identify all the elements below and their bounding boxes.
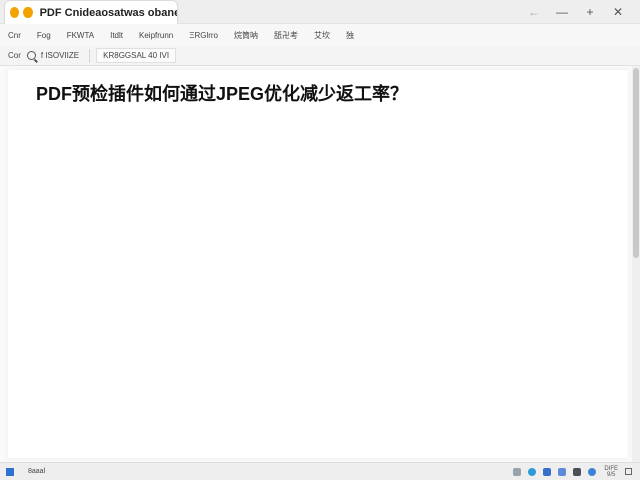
close-button[interactable]: ✕ [604, 5, 632, 19]
scrollbar-thumb[interactable] [633, 68, 639, 258]
toolbar: Cor f ISOVIIZE KR8GGSAL 40 IVI [0, 46, 640, 66]
pen-icon[interactable] [513, 467, 522, 476]
menu-item[interactable]: ΞRGlrro [189, 31, 218, 40]
info-icon[interactable] [588, 467, 597, 476]
menu-item[interactable]: 艾坎 [314, 30, 330, 41]
menu-item[interactable]: Fog [37, 31, 51, 40]
tab-title: PDF Cnideaosatwas obanecem [39, 6, 177, 19]
clock-line-2: 9/5 [606, 471, 616, 478]
toolbar-field[interactable]: KR8GGSAL 40 IVI [96, 48, 177, 63]
menu-item[interactable]: 舐卍考 [274, 30, 298, 41]
title-bar: PDF Cnideaosatwas obanecem ← — + ✕ [0, 0, 640, 24]
start-icon[interactable] [6, 467, 14, 476]
notification-icon[interactable] [625, 468, 632, 475]
minimize-button[interactable]: — [548, 5, 576, 19]
menu-item[interactable]: Keipfrunn [139, 31, 173, 40]
clock[interactable]: DIFE 9/5 [604, 466, 618, 478]
document-title: PDF预检插件如何通过JPEG优化减少返工率？ [36, 84, 409, 104]
document-area: PDF预检插件如何通过JPEG优化减少返工率？ [0, 66, 632, 462]
app-icon-dot [23, 7, 33, 18]
menu-item[interactable]: 独 [346, 30, 354, 41]
search-label[interactable]: f ISOVIIZE [41, 51, 79, 60]
shield-icon[interactable] [573, 467, 582, 476]
status-text: 8aaal [28, 468, 46, 475]
cloud-icon[interactable] [528, 467, 537, 476]
grid-icon[interactable] [558, 467, 567, 476]
search-icon[interactable] [26, 51, 36, 60]
new-tab-button[interactable]: + [576, 5, 604, 19]
menu-item[interactable]: Cnr [8, 31, 21, 40]
back-arrow-icon[interactable]: ← [520, 5, 548, 19]
document-page[interactable]: PDF预检插件如何通过JPEG优化减少返工率？ [8, 70, 628, 458]
menu-bar: Cnr Fog FKWTA Itdlt Keipfrunn ΞRGlrro 烷筒… [0, 24, 640, 46]
system-tray: DIFE 9/5 [506, 466, 632, 478]
vertical-scrollbar[interactable] [632, 66, 640, 462]
status-bar: 8aaal DIFE 9/5 [0, 462, 640, 480]
document-tab[interactable]: PDF Cnideaosatwas obanecem [4, 0, 178, 24]
mail-icon[interactable] [543, 467, 552, 476]
window-controls: ← — + ✕ [520, 0, 632, 24]
toolbar-label[interactable]: Cor [8, 51, 21, 60]
app-icon-dot [10, 7, 20, 18]
menu-item[interactable]: 烷筒呐 [234, 30, 258, 41]
menu-item[interactable]: Itdlt [110, 31, 123, 40]
toolbar-divider [89, 48, 91, 63]
menu-item[interactable]: FKWTA [67, 31, 94, 40]
